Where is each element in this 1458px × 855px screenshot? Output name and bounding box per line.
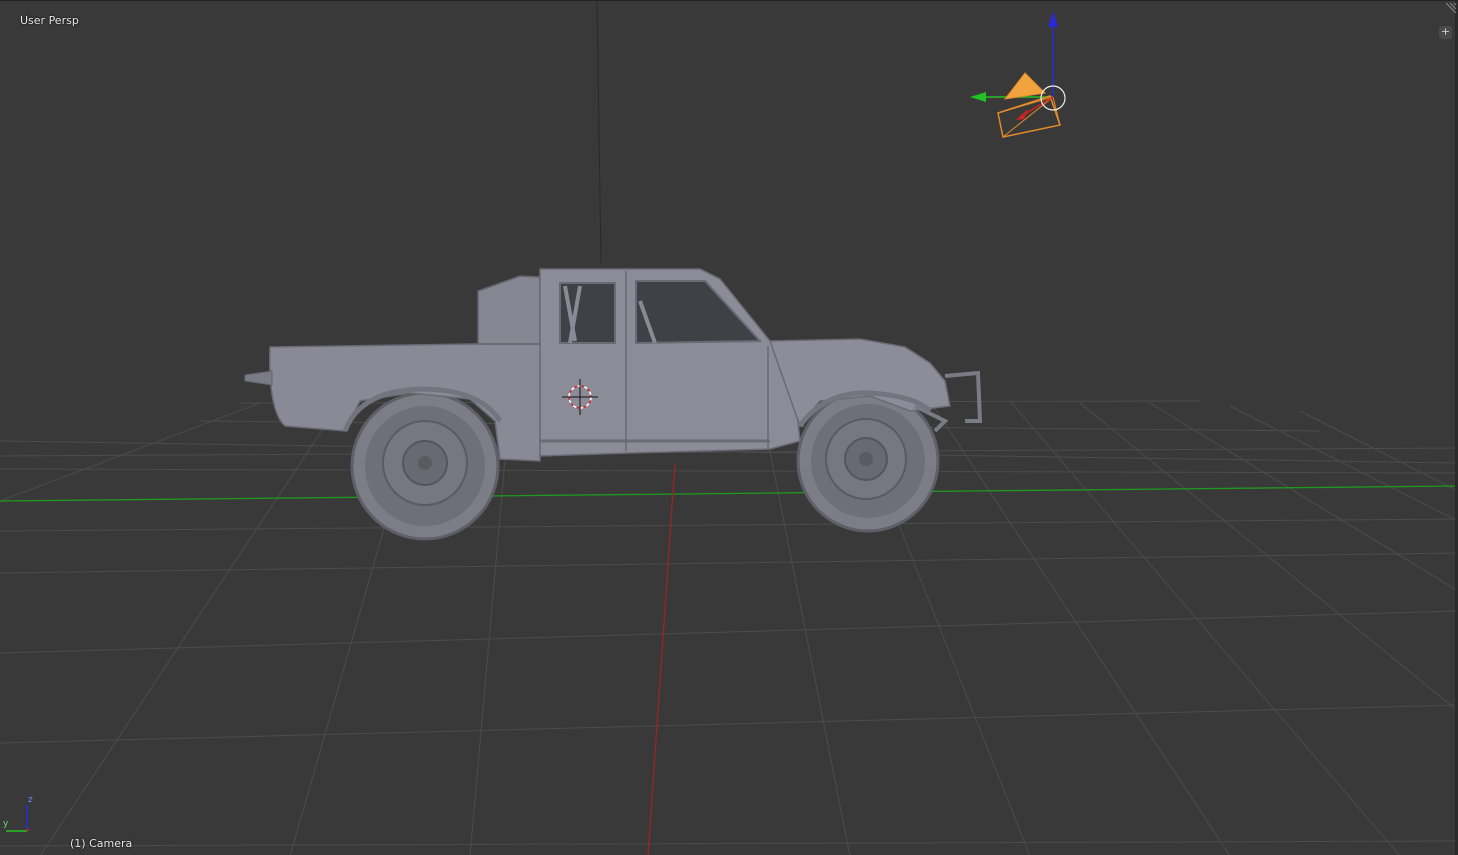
scene-canvas[interactable] (0, 1, 1458, 855)
z-axis-label: z (28, 795, 33, 805)
active-object-label: (1) Camera (70, 837, 133, 850)
x-axis-line (647, 462, 676, 855)
y-axis-line (0, 485, 1458, 502)
orientation-axes: z y (2, 795, 42, 837)
z-axis-line (596, 1, 602, 264)
plus-icon: + (1440, 25, 1451, 38)
y-axis-label: y (3, 819, 9, 829)
rear-wheel[interactable] (350, 391, 500, 541)
corner-grip-icon (1445, 2, 1457, 14)
view-name-label: User Persp (20, 14, 79, 27)
properties-toggle-button[interactable]: + (1439, 26, 1452, 39)
camera-object[interactable] (970, 11, 1066, 138)
truck-model[interactable] (244, 268, 983, 541)
tire-carrier (477, 275, 541, 345)
floor-grid (0, 400, 1458, 855)
front-wheel[interactable] (796, 389, 940, 533)
area-split-handle[interactable] (1440, 1, 1458, 19)
3d-viewport[interactable]: User Persp + z y (1) Camera (0, 0, 1458, 855)
